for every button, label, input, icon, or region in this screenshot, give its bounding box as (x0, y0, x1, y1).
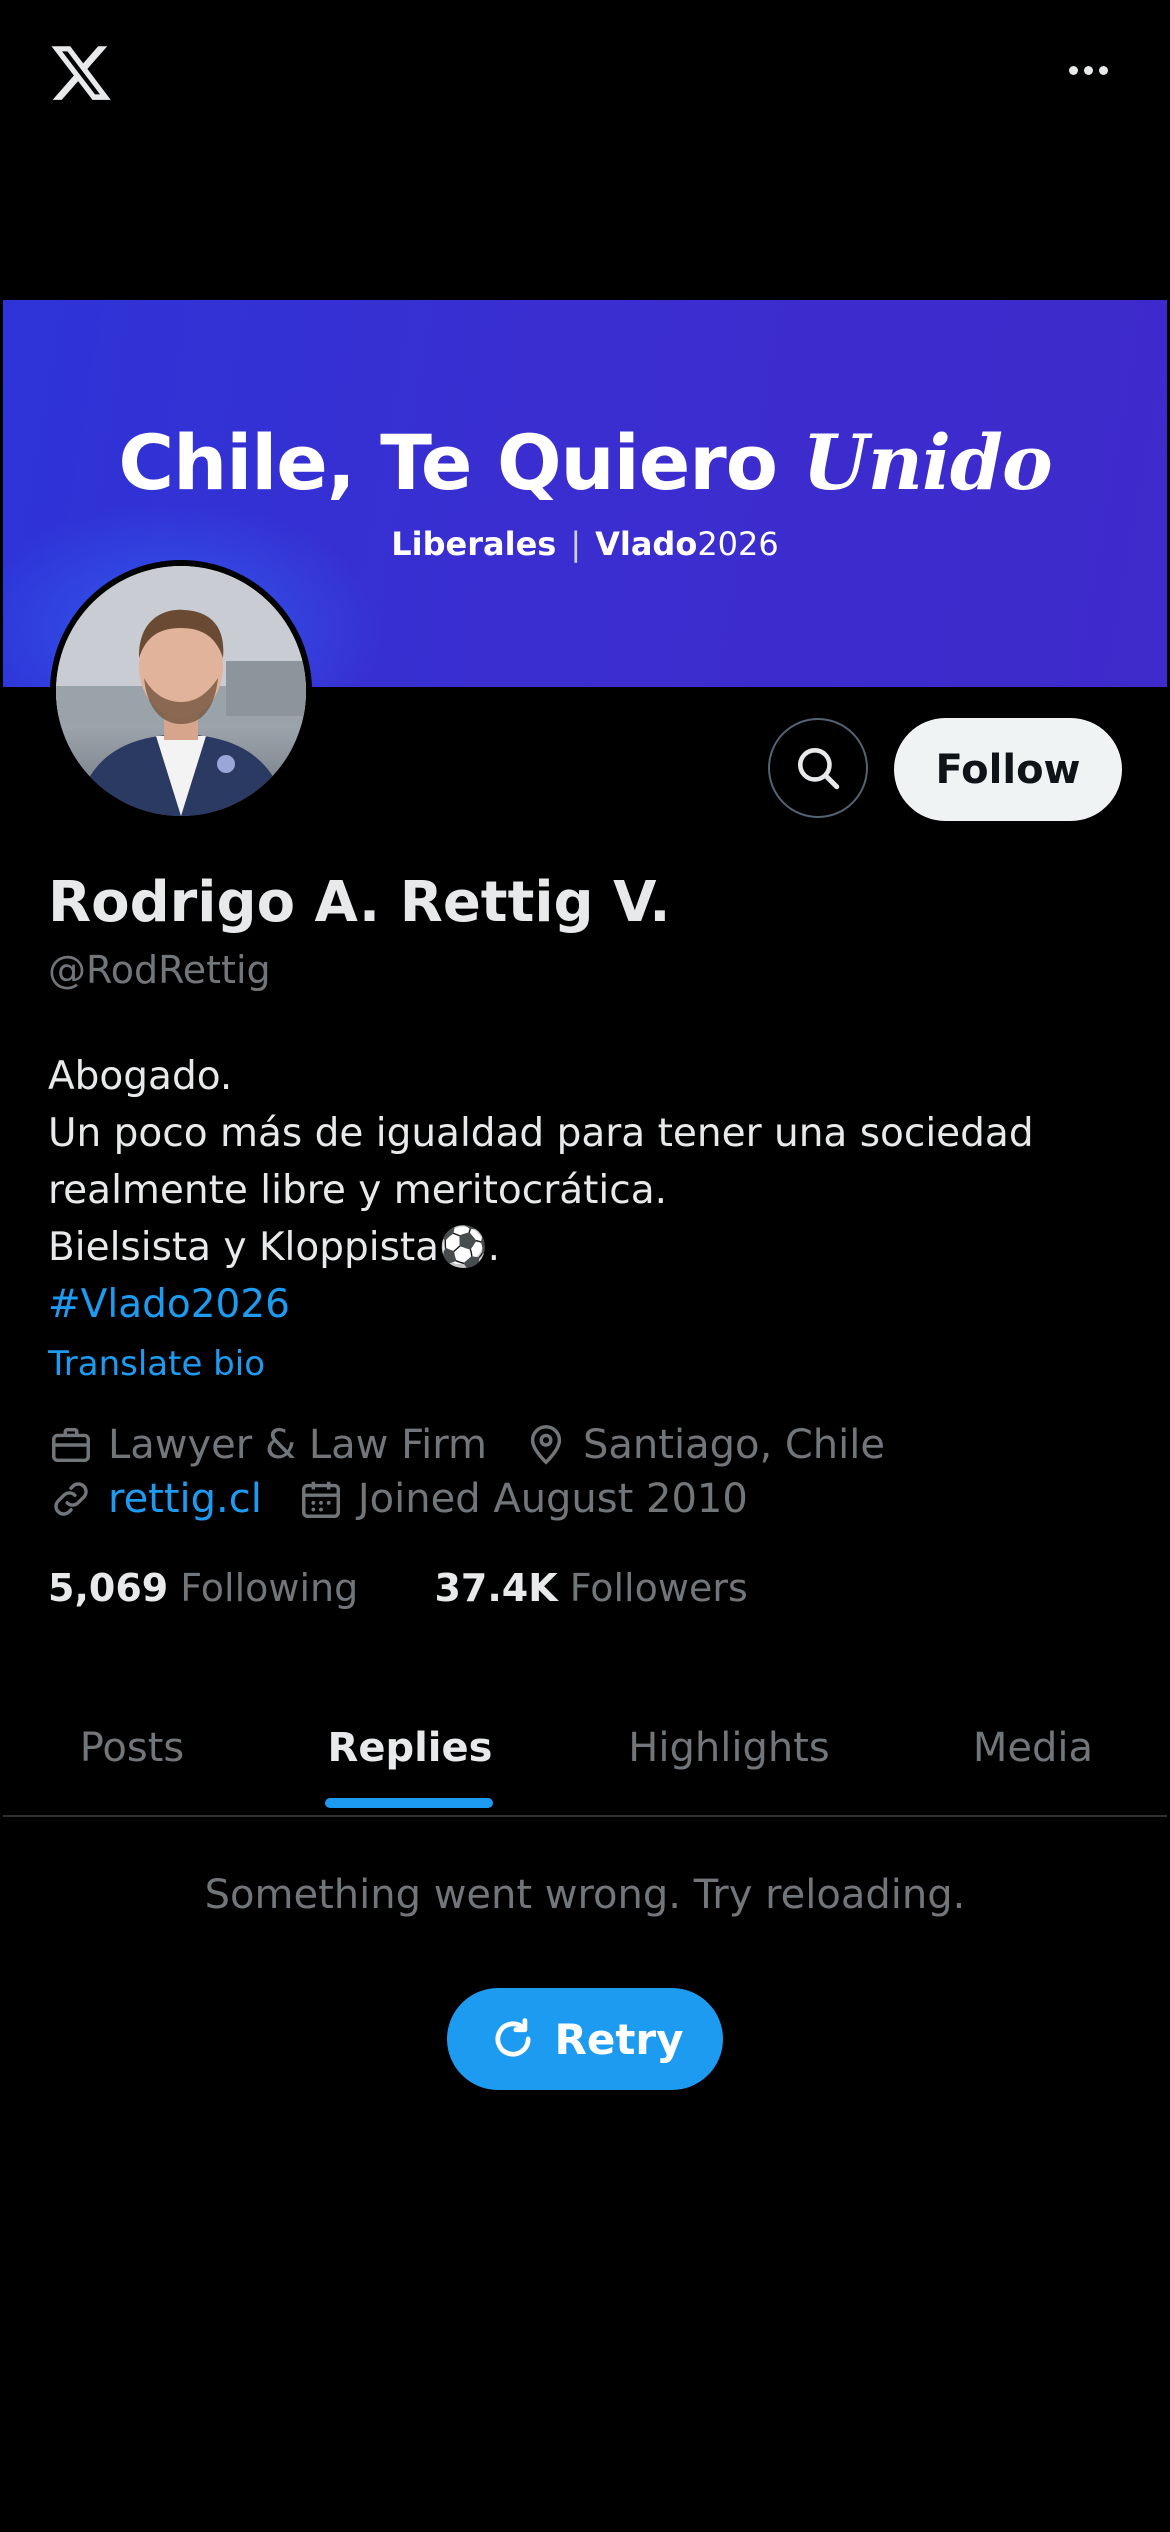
avatar[interactable] (50, 560, 312, 822)
tab-highlights[interactable]: Highlights (559, 1680, 899, 1815)
joined-text: Joined August 2010 (357, 1476, 748, 1522)
briefcase-icon (52, 1427, 90, 1463)
bio-line: realmente libre y meritocrática. (48, 1168, 668, 1213)
calendar-icon (301, 1481, 340, 1518)
profile-handle: @RodRettig (48, 948, 271, 992)
error-message: Something went wrong. Try reloading. (204, 1872, 966, 1918)
search-button[interactable] (768, 718, 868, 818)
retry-label: Retry (554, 2014, 684, 2064)
follow-button[interactable]: Follow (894, 718, 1122, 821)
profile-bio: Abogado. Un poco más de igualdad para te… (48, 1048, 1128, 1333)
more-icon[interactable] (1055, 45, 1121, 95)
website-link[interactable]: rettig.cl (108, 1476, 262, 1522)
banner-title: Chile, Te Quiero Unido (118, 418, 1052, 507)
retry-button[interactable]: Retry (447, 1988, 723, 2090)
bio-line: Un poco más de igualdad para tener una s… (48, 1111, 1034, 1156)
refresh-icon (494, 2018, 531, 2057)
profile-tabs: Posts Replies Highlights Media (3, 1680, 1167, 1817)
translate-bio-link[interactable]: Translate bio (48, 1344, 265, 1384)
x-logo-icon[interactable] (48, 40, 114, 106)
tab-posts[interactable]: Posts (3, 1680, 261, 1815)
location-pin-icon (530, 1425, 562, 1465)
followers-link[interactable]: 37.4K Followers (434, 1566, 747, 1610)
bio-line: Bielsista y Kloppista⚽. (48, 1225, 501, 1270)
top-bar (0, 0, 1170, 300)
following-link[interactable]: 5,069 Following (48, 1566, 358, 1610)
tab-media[interactable]: Media (899, 1680, 1167, 1815)
bio-hashtag-link[interactable]: #Vlado2026 (48, 1276, 1128, 1333)
active-tab-indicator (325, 1798, 493, 1808)
category-item: Lawyer & Law Firm (48, 1422, 487, 1468)
joined-item: Joined August 2010 (298, 1476, 748, 1522)
tab-replies[interactable]: Replies (261, 1680, 559, 1815)
location-item: Santiago, Chile (523, 1422, 885, 1468)
profile-name: Rodrigo A. Rettig V. (48, 870, 671, 935)
follow-stats: 5,069 Following 37.4K Followers (48, 1566, 748, 1610)
profile-meta-row-1: Lawyer & Law Firm Santiago, Chile (48, 1422, 921, 1468)
search-icon (798, 748, 840, 790)
website-item[interactable]: rettig.cl (48, 1476, 262, 1522)
location-text: Santiago, Chile (583, 1422, 885, 1468)
category-text: Lawyer & Law Firm (108, 1422, 488, 1468)
link-icon (54, 1482, 88, 1516)
bio-line: Abogado. (48, 1054, 233, 1099)
profile-meta-row-2: rettig.cl Joined August 2010 (48, 1476, 784, 1522)
banner-subtitle: Liberales | Vlado2026 (391, 525, 779, 563)
